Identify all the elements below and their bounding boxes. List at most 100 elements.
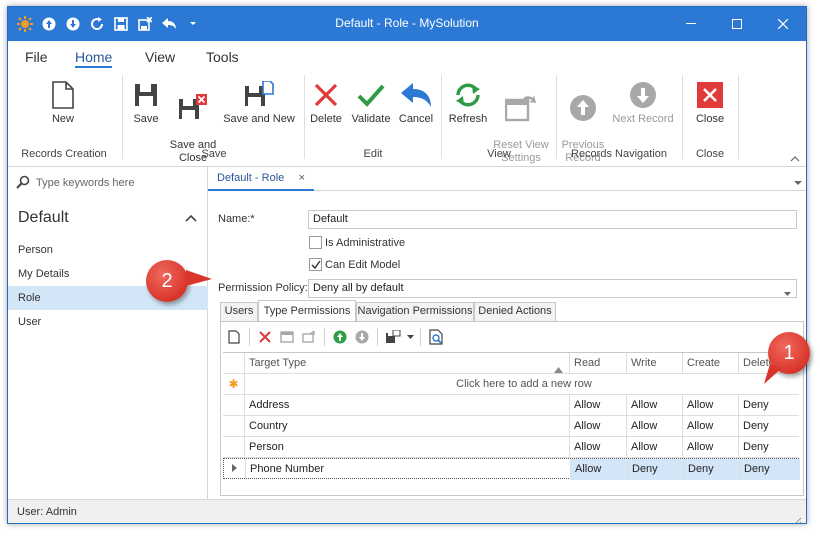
cell-target-type[interactable]: Address (244, 395, 569, 416)
next-record-button[interactable]: Next Record (610, 77, 676, 126)
refresh-button[interactable]: Refresh (446, 77, 490, 126)
table-row[interactable]: Address Allow Allow Allow Deny (223, 395, 799, 416)
sort-ascending-icon (554, 360, 563, 374)
tab-denied-actions[interactable]: Denied Actions (474, 302, 556, 321)
cell-write[interactable]: Allow (626, 395, 682, 416)
document-tab-strip: Default - Role × (208, 167, 806, 191)
cell-delete[interactable]: Deny (739, 459, 800, 480)
cell-write[interactable]: Allow (626, 437, 682, 458)
up-arrow-circle-icon (560, 90, 606, 126)
delete-icon[interactable] (254, 327, 276, 347)
name-label: Name:* (218, 213, 255, 225)
new-button[interactable]: New (38, 77, 88, 126)
is-administrative-checkbox[interactable] (309, 236, 322, 249)
tab-tools[interactable]: Tools (206, 49, 239, 65)
tab-view[interactable]: View (145, 49, 175, 65)
new-row-prompt[interactable]: Click here to add a new row (244, 374, 799, 395)
cell-create[interactable]: Deny (683, 459, 739, 480)
nav-group-title[interactable]: Default (18, 209, 69, 227)
cell-read[interactable]: Allow (569, 437, 626, 458)
close-button[interactable]: Close (690, 77, 730, 126)
search-box[interactable]: Type keywords here (16, 173, 200, 193)
permission-policy-select[interactable]: Deny all by default (308, 279, 797, 298)
tab-home[interactable]: Home (75, 49, 113, 68)
is-administrative-label: Is Administrative (325, 237, 406, 249)
tab-file[interactable]: File (25, 49, 48, 65)
previous-record-button[interactable]: Previous Record (560, 77, 606, 178)
save-and-new-button[interactable]: Save and New (222, 77, 296, 126)
permissions-grid: Target Type Read Write Create Delete ✱ C… (223, 352, 800, 480)
cell-create[interactable]: Allow (682, 437, 738, 458)
grid-toolbar (223, 326, 447, 348)
layout-dropdown-icon[interactable] (404, 327, 416, 347)
callout-badge-2: 2 (146, 260, 188, 302)
column-header-target-type[interactable]: Target Type (244, 353, 569, 374)
nav-item-person[interactable]: Person (8, 238, 208, 262)
link-icon[interactable] (298, 327, 320, 347)
cell-delete[interactable]: Deny (738, 416, 799, 437)
move-up-icon[interactable] (329, 327, 351, 347)
save-and-close-button[interactable]: Save and Close (168, 77, 218, 178)
layout-icon[interactable] (382, 327, 404, 347)
chevron-up-icon[interactable] (185, 211, 197, 225)
unlink-icon[interactable] (276, 327, 298, 347)
new-item-row[interactable]: ✱ Click here to add a new row (223, 374, 799, 395)
table-row-selected[interactable]: Phone Number Allow Deny Deny Deny (223, 458, 800, 480)
cell-write[interactable]: Allow (626, 416, 682, 437)
maximize-button[interactable] (714, 7, 760, 41)
print-preview-icon[interactable] (425, 327, 447, 347)
save-and-new-icon (222, 77, 296, 113)
name-field[interactable]: Default (308, 210, 797, 229)
cell-read[interactable]: Allow (569, 416, 626, 437)
nav-item-user[interactable]: User (8, 310, 208, 334)
group-divider (304, 75, 305, 159)
search-input[interactable]: Type keywords here (36, 177, 134, 189)
column-header-read[interactable]: Read (569, 353, 626, 374)
close-box-icon (690, 77, 730, 113)
save-and-close-icon (168, 90, 218, 126)
tab-users[interactable]: Users (220, 302, 258, 321)
type-permissions-panel: Target Type Read Write Create Delete ✱ C… (220, 321, 804, 496)
cell-read[interactable]: Allow (570, 459, 627, 480)
tab-navigation-permissions[interactable]: Navigation Permissions (356, 302, 474, 321)
cell-create[interactable]: Allow (682, 416, 738, 437)
column-header-create[interactable]: Create (682, 353, 738, 374)
group-label-view: View (487, 148, 511, 160)
tab-list-dropdown-icon[interactable] (794, 175, 802, 189)
document-tab[interactable]: Default - Role × (208, 167, 314, 191)
cell-target-type[interactable]: Phone Number (245, 459, 570, 480)
cancel-button[interactable]: Cancel (396, 77, 436, 126)
group-label-edit: Edit (363, 148, 383, 160)
cell-delete[interactable]: Deny (738, 395, 799, 416)
callout-pointer-2 (186, 270, 212, 286)
cell-target-type[interactable]: Country (244, 416, 569, 437)
table-row[interactable]: Person Allow Allow Allow Deny (223, 437, 799, 458)
group-divider (122, 75, 123, 159)
move-down-icon[interactable] (351, 327, 373, 347)
delete-button[interactable]: Delete (308, 77, 344, 126)
save-button[interactable]: Save (128, 77, 164, 126)
window-controls (668, 7, 806, 41)
row-indicator (223, 416, 244, 437)
row-indicator (223, 395, 244, 416)
cell-write[interactable]: Deny (627, 459, 683, 480)
validate-button[interactable]: Validate (350, 77, 392, 126)
reset-view-settings-button[interactable]: Reset View Settings (492, 77, 550, 178)
table-row[interactable]: Country Allow Allow Allow Deny (223, 416, 799, 437)
group-label-records-creation: Records Creation (21, 148, 107, 160)
cell-target-type[interactable]: Person (244, 437, 569, 458)
minimize-button[interactable] (668, 7, 714, 41)
can-edit-model-checkbox[interactable] (309, 258, 322, 271)
new-icon[interactable] (223, 327, 245, 347)
column-header-write[interactable]: Write (626, 353, 682, 374)
close-window-button[interactable] (760, 7, 806, 41)
cell-read[interactable]: Allow (569, 395, 626, 416)
cell-create[interactable]: Allow (682, 395, 738, 416)
resize-grip-icon[interactable] (792, 512, 802, 523)
close-tab-icon[interactable]: × (299, 167, 305, 189)
tab-type-permissions[interactable]: Type Permissions (258, 300, 356, 322)
group-divider (441, 75, 442, 159)
cell-delete[interactable]: Deny (738, 437, 799, 458)
collapse-ribbon-icon[interactable] (790, 151, 800, 165)
chevron-down-icon (784, 287, 791, 300)
